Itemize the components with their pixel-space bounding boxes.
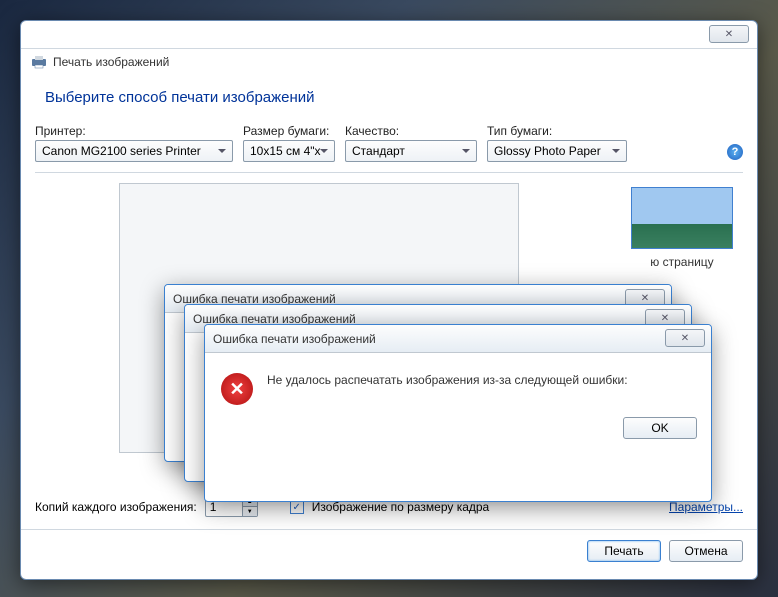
error-ok-button[interactable]: OK xyxy=(623,417,697,439)
close-icon: ✕ xyxy=(641,293,649,304)
quality-value: Стандарт xyxy=(352,144,405,158)
window-close-button[interactable]: ✕ xyxy=(709,25,749,43)
check-icon: ✓ xyxy=(293,502,301,513)
close-icon: ✕ xyxy=(725,29,733,40)
paper-type-value: Glossy Photo Paper xyxy=(494,144,601,158)
printer-combo[interactable]: Canon MG2100 series Printer xyxy=(35,140,233,162)
app-title: Печать изображений xyxy=(53,55,169,69)
layout-thumbnails: ю страницу xyxy=(621,183,743,269)
quality-combo[interactable]: Стандарт xyxy=(345,140,477,162)
divider xyxy=(35,172,743,173)
chevron-down-icon: ▼ xyxy=(247,509,253,515)
instruction-text: Выберите способ печати изображений xyxy=(45,89,733,106)
paper-type-field: Тип бумаги: Glossy Photo Paper xyxy=(487,124,627,162)
close-icon: ✕ xyxy=(681,333,689,344)
printer-value: Canon MG2100 series Printer xyxy=(42,144,201,158)
paper-size-field: Размер бумаги: 10x15 см 4"x xyxy=(243,124,335,162)
fit-frame-label: Изображение по размеру кадра xyxy=(312,500,489,514)
help-icon[interactable]: ? xyxy=(727,144,743,160)
options-link[interactable]: Параметры... xyxy=(669,500,743,514)
error-message: Не удалось распечатать изображения из-за… xyxy=(267,373,628,405)
print-button[interactable]: Печать xyxy=(587,540,661,562)
paper-type-label: Тип бумаги: xyxy=(487,124,627,138)
error-dialog-3: Ошибка печати изображений ✕ ✕ Не удалось… xyxy=(204,324,712,502)
copies-down-button[interactable]: ▼ xyxy=(243,507,257,516)
error-dialog-buttons: OK xyxy=(205,417,711,453)
print-options-row: Принтер: Canon MG2100 series Printer Раз… xyxy=(21,124,757,162)
quality-field: Качество: Стандарт xyxy=(345,124,477,162)
titlebar: ✕ xyxy=(21,21,757,49)
error-dialog-close-button[interactable]: ✕ xyxy=(665,329,705,347)
layout-full-page-thumb[interactable] xyxy=(631,187,733,249)
dialog-buttons-row: Печать Отмена xyxy=(21,529,757,576)
copies-label: Копий каждого изображения: xyxy=(35,500,197,514)
paper-size-label: Размер бумаги: xyxy=(243,124,335,138)
printer-icon xyxy=(31,55,47,69)
printer-field: Принтер: Canon MG2100 series Printer xyxy=(35,124,233,162)
printer-label: Принтер: xyxy=(35,124,233,138)
fit-frame-checkbox[interactable]: ✓ xyxy=(290,500,304,514)
cancel-button[interactable]: Отмена xyxy=(669,540,743,562)
quality-label: Качество: xyxy=(345,124,477,138)
layout-full-page-label: ю страницу xyxy=(621,255,743,269)
close-icon: ✕ xyxy=(661,313,669,324)
error-dialog-body: ✕ Не удалось распечатать изображения из-… xyxy=(205,353,711,417)
error-dialog-title: Ошибка печати изображений ✕ xyxy=(205,325,711,353)
app-header: Печать изображений xyxy=(21,49,757,75)
copies-input[interactable] xyxy=(206,500,242,514)
paper-size-combo[interactable]: 10x15 см 4"x xyxy=(243,140,335,162)
paper-size-value: 10x15 см 4"x xyxy=(250,144,321,158)
paper-type-combo[interactable]: Glossy Photo Paper xyxy=(487,140,627,162)
error-icon: ✕ xyxy=(221,373,253,405)
